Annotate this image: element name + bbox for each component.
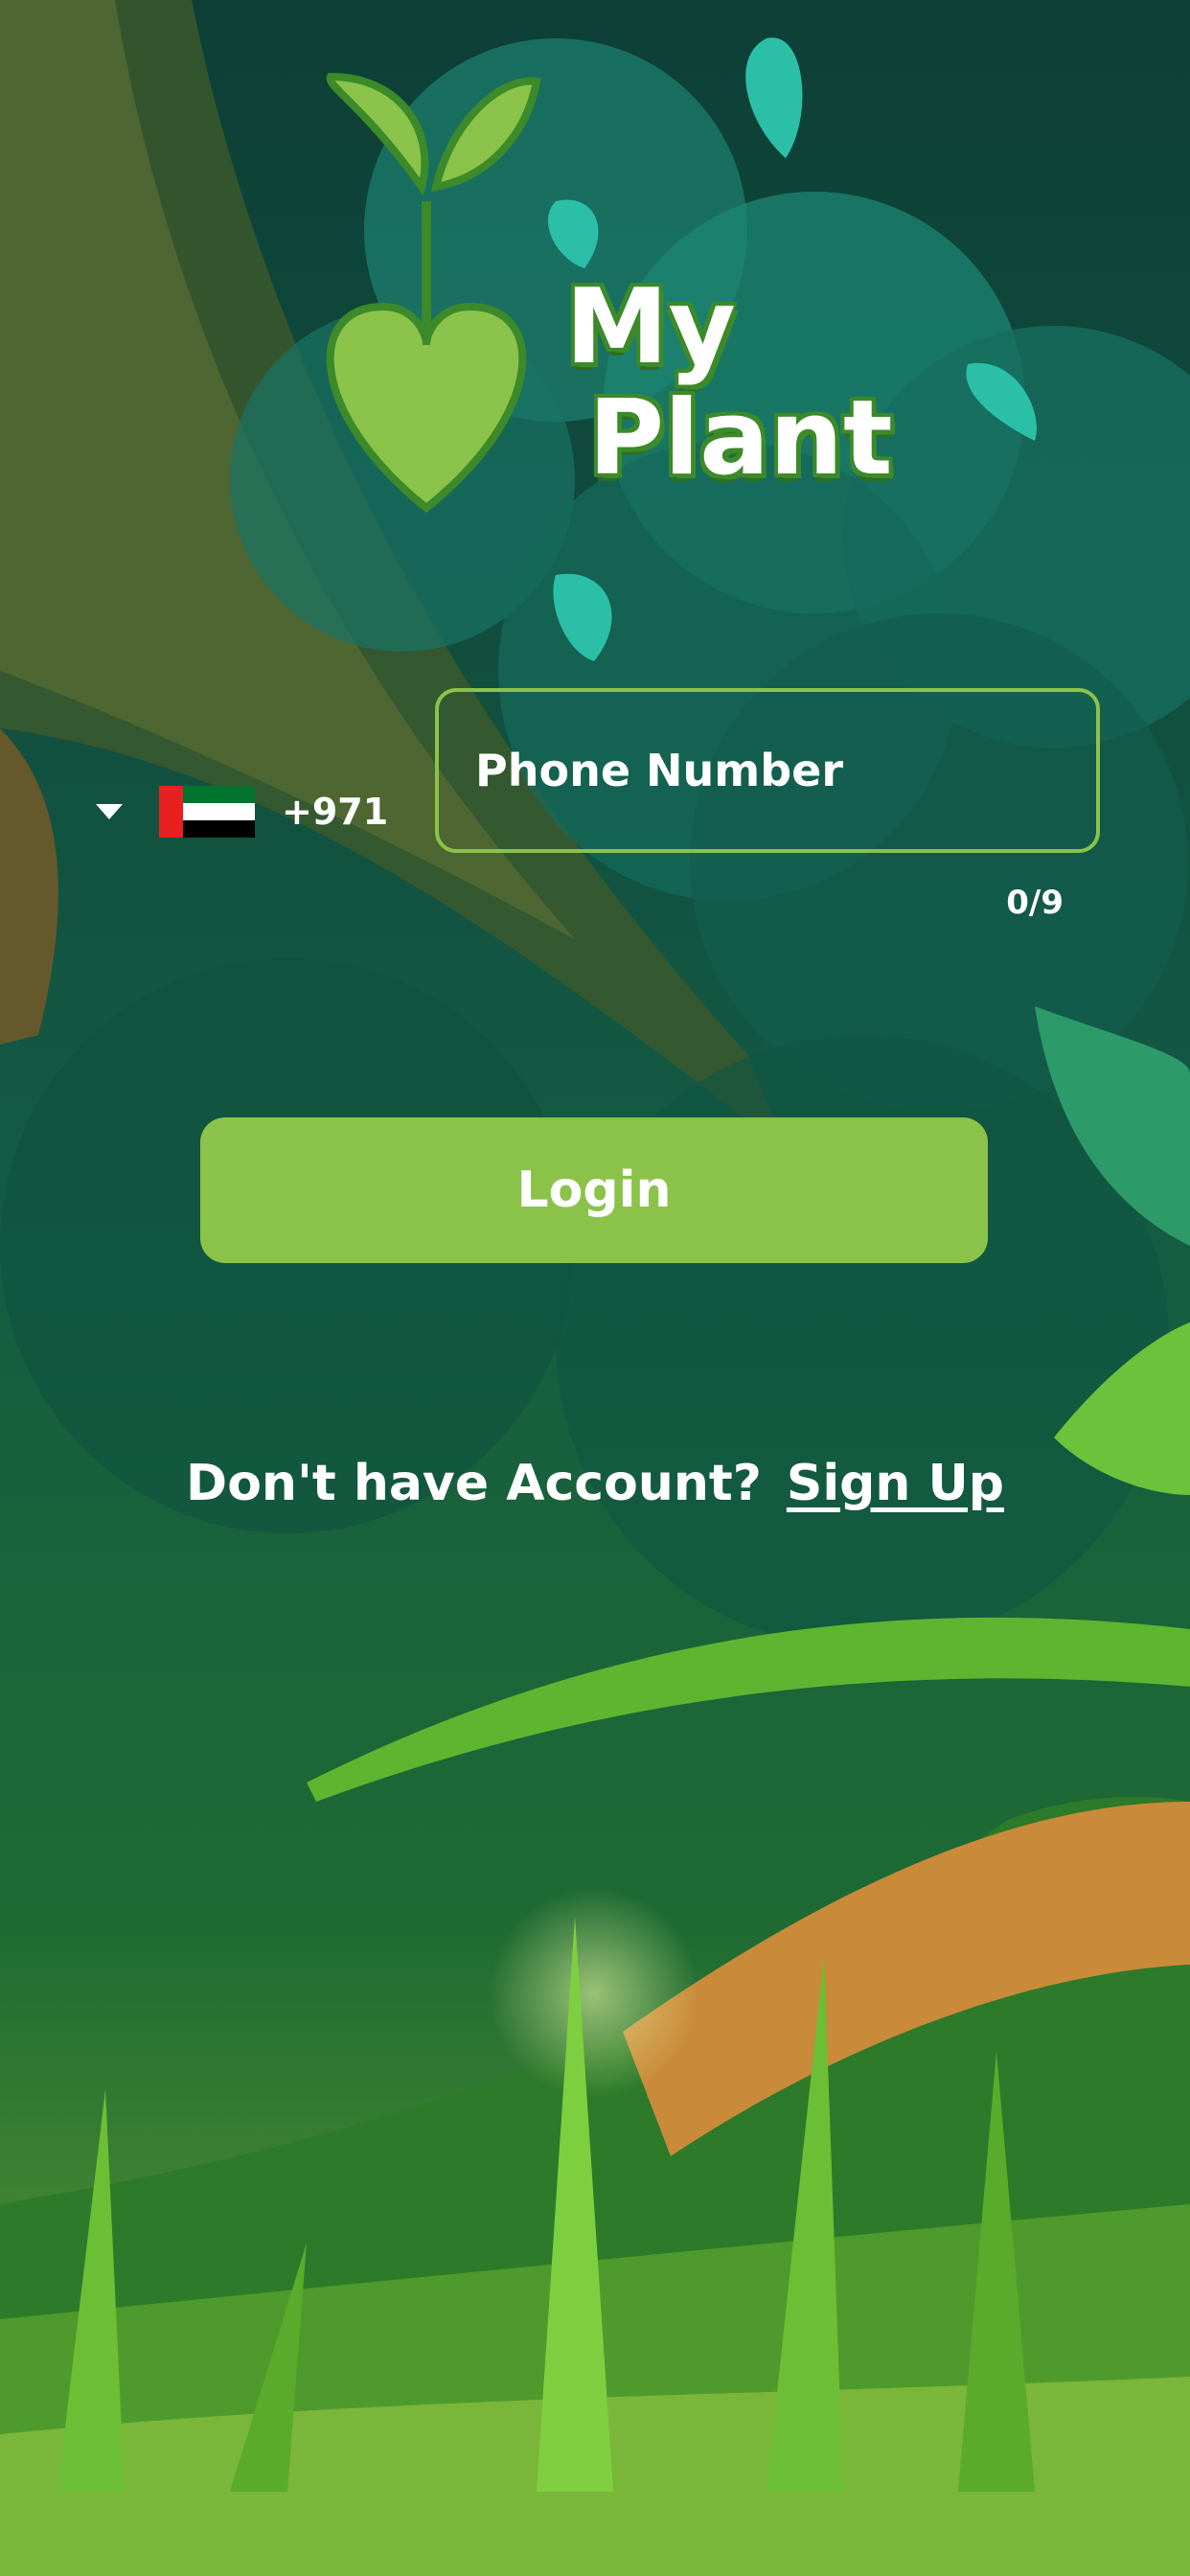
logo-line2: Plant	[588, 379, 893, 498]
dropdown-arrow-icon	[96, 804, 123, 819]
logo-line1: My	[565, 267, 736, 387]
uae-flag-icon	[159, 786, 255, 838]
country-code-picker[interactable]: +971	[96, 778, 402, 845]
signup-prompt: Don't have Account? Sign Up	[0, 1455, 1190, 1512]
phone-number-input[interactable]	[473, 744, 1062, 797]
login-button[interactable]: Login	[200, 1117, 988, 1263]
signup-link[interactable]: Sign Up	[787, 1455, 1004, 1512]
no-account-text: Don't have Account?	[186, 1455, 762, 1512]
app-logo: My Plant	[565, 276, 893, 491]
char-counter: 0/9	[1006, 884, 1064, 922]
phone-number-field[interactable]	[435, 688, 1100, 853]
country-dial-code: +971	[282, 791, 389, 833]
